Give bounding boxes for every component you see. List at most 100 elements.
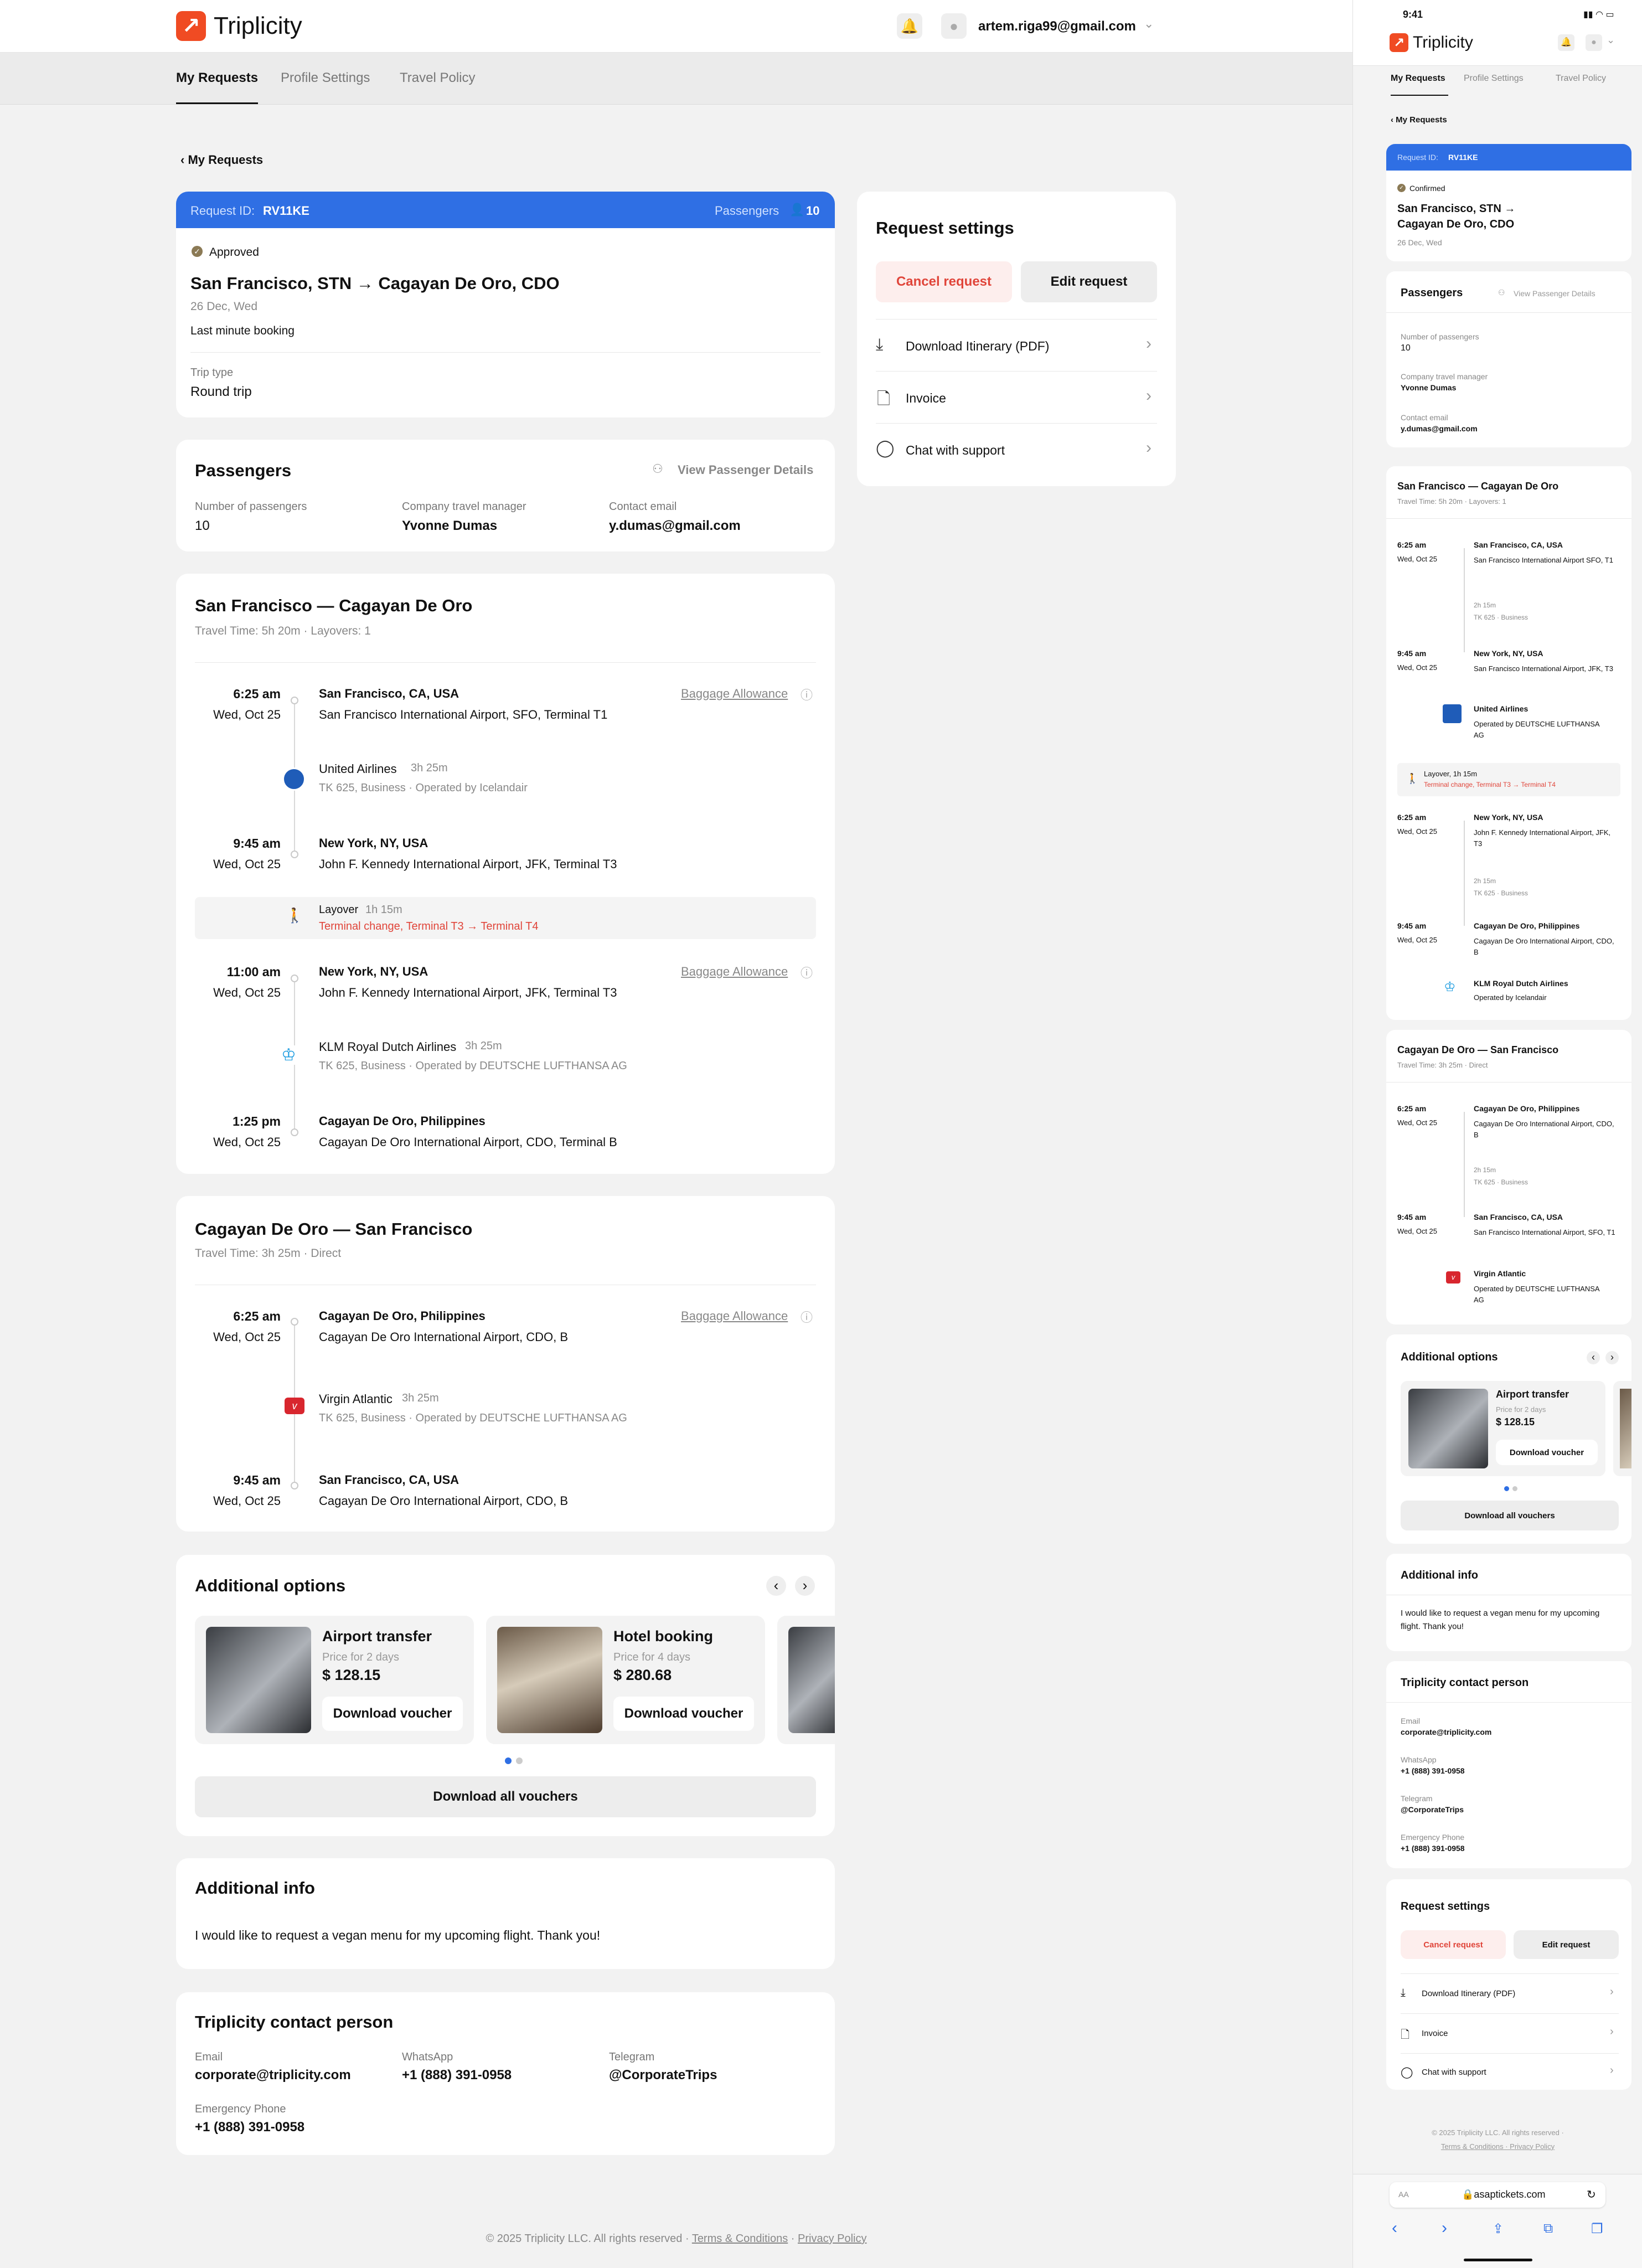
- bookmarks-icon[interactable]: ⧉: [1543, 2221, 1553, 2236]
- button-label: Download voucher: [333, 1706, 452, 1721]
- airline-name: KLM Royal Dutch Airlines: [1474, 979, 1568, 988]
- departure-city: New York, NY, USA: [319, 965, 428, 978]
- home-indicator: [1464, 2259, 1532, 2261]
- departure-airport: Cagayan De Oro International Airport, CD…: [1474, 1120, 1614, 1139]
- carousel-prev-button[interactable]: ‹: [766, 1576, 786, 1596]
- option-price: $ 128.15: [1496, 1416, 1535, 1427]
- option-image: [788, 1627, 835, 1733]
- download-voucher-button[interactable]: Download voucher: [613, 1697, 754, 1731]
- route-title-line1: San Francisco, STN →: [1397, 203, 1516, 215]
- download-all-vouchers-button[interactable]: Download all vouchers: [1401, 1501, 1619, 1530]
- departure-date: Wed, Oct 25: [213, 986, 281, 999]
- help-icon[interactable]: ⓘ: [801, 1308, 813, 1326]
- flight-details: TK 625, Business · Operated by Icelandai…: [319, 782, 528, 794]
- flight-duration: 2h 15m: [1474, 877, 1496, 885]
- united-airlines-logo-icon: [1443, 704, 1462, 723]
- view-passenger-details-link[interactable]: View Passenger Details: [1514, 289, 1595, 298]
- active-tab-underline: [176, 102, 258, 104]
- help-icon[interactable]: ⓘ: [801, 963, 813, 981]
- chat-support-item[interactable]: ◯ Chat with support ›: [876, 424, 1157, 475]
- contact-email-value: corporate@triplicity.com: [1401, 1728, 1492, 1736]
- carousel-dot[interactable]: [516, 1757, 523, 1764]
- chevron-down-icon[interactable]: ⌄: [1144, 17, 1154, 31]
- invoice-item[interactable]: 🗋 Invoice ›: [1401, 2014, 1619, 2053]
- tabs-bar: My Requests Profile Settings Travel Poli…: [0, 53, 1352, 105]
- manager-value: Yvonne Dumas: [402, 518, 498, 533]
- bell-icon[interactable]: 🔔: [897, 13, 922, 39]
- edit-request-button[interactable]: Edit request: [1021, 261, 1157, 302]
- share-icon[interactable]: ⇪: [1493, 2221, 1504, 2237]
- address-bar[interactable]: AA 🔒asaptickets.com ↻: [1390, 2182, 1605, 2208]
- tab-profile-settings[interactable]: Profile Settings: [1464, 74, 1524, 84]
- download-voucher-button[interactable]: Download voucher: [1496, 1440, 1598, 1465]
- back-link[interactable]: ‹ My Requests: [1391, 115, 1447, 125]
- tab-my-requests[interactable]: My Requests: [1391, 74, 1445, 84]
- reader-aa-button[interactable]: AA: [1398, 2190, 1409, 2199]
- back-arrow-icon[interactable]: ‹: [1392, 2219, 1397, 2238]
- menu-item-label: Download Itinerary (PDF): [1422, 1989, 1516, 1998]
- passengers-card: Passengers ⚇ View Passenger Details Numb…: [1386, 271, 1631, 447]
- option-card-partial: [1613, 1381, 1631, 1476]
- carousel-dot[interactable]: [1512, 1486, 1517, 1491]
- timeline-dot: [291, 1482, 298, 1489]
- active-tab-underline: [1391, 95, 1448, 96]
- bell-icon[interactable]: 🔔: [1558, 34, 1574, 51]
- help-icon[interactable]: ⓘ: [801, 685, 813, 703]
- chevron-down-icon[interactable]: ⌄: [1607, 34, 1615, 46]
- download-itinerary-item[interactable]: ⤓ Download Itinerary (PDF) ›: [1401, 1975, 1619, 2013]
- timeline-line: [1464, 548, 1465, 652]
- url-value: asaptickets.com: [1474, 2189, 1546, 2200]
- tab-travel-policy[interactable]: Travel Policy: [1556, 74, 1606, 84]
- departure-city: New York, NY, USA: [1474, 813, 1543, 822]
- chat-support-item[interactable]: ◯ Chat with support ›: [1401, 2054, 1619, 2090]
- footer-links[interactable]: Terms & Conditions · Privacy Policy: [1353, 2140, 1642, 2154]
- tab-travel-policy[interactable]: Travel Policy: [400, 70, 475, 86]
- contact-title: Triplicity contact person: [195, 2012, 394, 2032]
- tab-my-requests[interactable]: My Requests: [176, 70, 258, 86]
- invoice-item[interactable]: 🗋 Invoice ›: [876, 372, 1157, 423]
- arrival-city: San Francisco, CA, USA: [319, 1473, 459, 1487]
- download-itinerary-item[interactable]: ⤓ Download Itinerary (PDF) ›: [876, 320, 1157, 371]
- logo[interactable]: ↗ Triplicity: [176, 11, 302, 41]
- cancel-request-button[interactable]: Cancel request: [1401, 1930, 1506, 1959]
- view-passenger-details-link[interactable]: View Passenger Details: [678, 463, 813, 477]
- user-email[interactable]: artem.riga99@gmail.com: [978, 19, 1136, 34]
- user-icon[interactable]: ●: [941, 13, 967, 39]
- departure-time: 6:25 am: [233, 1309, 281, 1323]
- back-link[interactable]: ‹ My Requests: [180, 153, 263, 167]
- download-all-vouchers-button[interactable]: Download all vouchers: [195, 1776, 816, 1817]
- carousel-prev-button[interactable]: ‹: [1587, 1351, 1600, 1364]
- departure-airport: San Francisco International Airport, SFO…: [319, 708, 608, 721]
- baggage-allowance-link[interactable]: Baggage Allowance: [681, 1309, 788, 1323]
- tab-profile-settings[interactable]: Profile Settings: [281, 70, 370, 86]
- baggage-allowance-link[interactable]: Baggage Allowance: [681, 965, 788, 979]
- logo-mark-icon: ↗: [1390, 33, 1408, 52]
- departure-time: 6:25 am: [233, 687, 281, 701]
- terms-link[interactable]: Terms & Conditions: [692, 2233, 788, 2245]
- timeline-dot: [291, 1318, 298, 1326]
- additional-options-card: Additional options ‹ › Airport transfer …: [176, 1555, 835, 1836]
- carousel-next-button[interactable]: ›: [1605, 1351, 1619, 1364]
- privacy-link[interactable]: Privacy Policy: [798, 2233, 866, 2245]
- airline-name: Virgin Atlantic: [1474, 1269, 1526, 1278]
- tabs-icon[interactable]: ❐: [1591, 2221, 1603, 2237]
- download-voucher-button[interactable]: Download voucher: [322, 1697, 463, 1731]
- user-icon[interactable]: ●: [1586, 34, 1602, 51]
- baggage-allowance-link[interactable]: Baggage Allowance: [681, 687, 788, 701]
- forward-arrow-icon[interactable]: ›: [1442, 2219, 1447, 2238]
- layover-banner: 🚶 Layover, 1h 15m Terminal change, Termi…: [1397, 763, 1620, 796]
- button-label: Edit request: [1542, 1940, 1591, 1950]
- button-label: Edit request: [1050, 274, 1128, 289]
- telegram-label: Telegram: [609, 2051, 655, 2063]
- carousel-dot-active[interactable]: [505, 1757, 512, 1764]
- airline-name: KLM Royal Dutch Airlines: [319, 1040, 457, 1054]
- edit-request-button[interactable]: Edit request: [1514, 1930, 1619, 1959]
- chat-bubble-icon: ◯: [1401, 2066, 1413, 2079]
- cancel-request-button[interactable]: Cancel request: [876, 261, 1012, 302]
- carousel-dot-active[interactable]: [1504, 1486, 1509, 1491]
- carousel-next-button[interactable]: ›: [795, 1576, 815, 1596]
- logo[interactable]: ↗ Triplicity: [1390, 33, 1473, 52]
- separator: ·: [791, 2233, 795, 2245]
- reload-icon[interactable]: ↻: [1587, 2188, 1596, 2202]
- request-id: RV11KE: [263, 204, 309, 218]
